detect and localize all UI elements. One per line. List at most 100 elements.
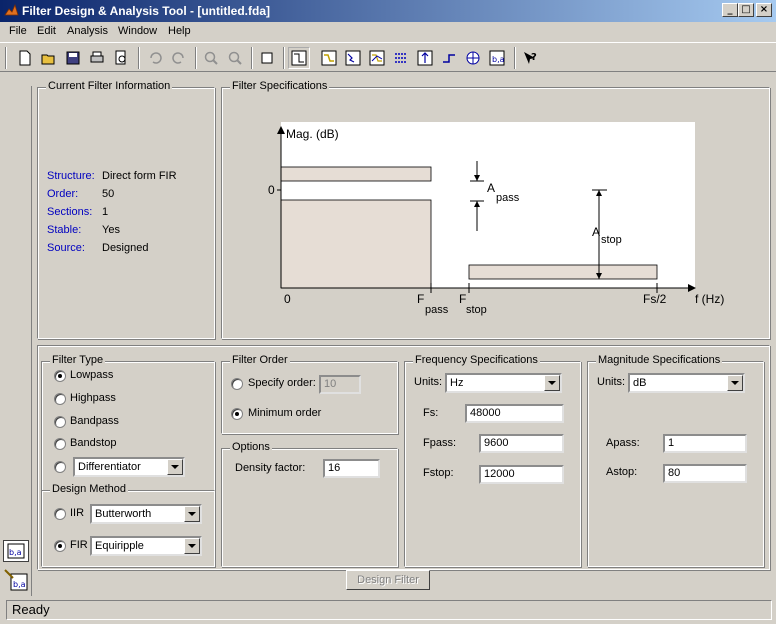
import-panel-button[interactable]: b,a xyxy=(3,566,29,594)
frequency-specs-title: Frequency Specifications xyxy=(413,354,540,366)
print-preview-button[interactable] xyxy=(110,47,132,69)
structure-value: Direct form FIR xyxy=(102,170,177,182)
chevron-down-icon xyxy=(167,459,183,475)
undo-button[interactable] xyxy=(144,47,166,69)
design-panel-button[interactable]: b,a xyxy=(3,540,29,562)
apass-input[interactable]: 1 xyxy=(663,434,747,453)
step-response-button[interactable] xyxy=(438,47,460,69)
new-button[interactable] xyxy=(14,47,36,69)
specify-order-radio[interactable] xyxy=(231,378,243,390)
menu-edit[interactable]: Edit xyxy=(37,25,56,37)
iir-radio[interactable] xyxy=(54,508,66,520)
minimize-button[interactable]: _ xyxy=(722,3,738,17)
new-icon xyxy=(19,50,31,66)
density-factor-input[interactable]: 16 xyxy=(323,459,380,478)
spec-x-label: f (Hz) xyxy=(695,292,724,306)
fs2-label: Fs/2 xyxy=(643,292,667,306)
zoom-in-button[interactable] xyxy=(200,47,222,69)
fs-input[interactable]: 48000 xyxy=(465,404,564,423)
whats-this-icon: ? xyxy=(524,52,537,64)
fpass-input[interactable]: 9600 xyxy=(479,434,564,453)
menu-help[interactable]: Help xyxy=(168,25,191,37)
impulse-response-button[interactable] xyxy=(414,47,436,69)
filter-specs-button[interactable] xyxy=(288,47,310,69)
step-response-icon xyxy=(443,54,455,63)
print-button[interactable] xyxy=(86,47,108,69)
close-button[interactable]: × xyxy=(756,3,772,17)
zoom-out-icon xyxy=(228,51,242,65)
stopband-region xyxy=(468,264,658,280)
passband-lower-region xyxy=(280,199,432,289)
fpass-label-sub: pass xyxy=(425,304,449,316)
magnitude-specs-panel: Magnitude Specifications Units: dB Apass… xyxy=(587,354,764,567)
svg-text:b,a: b,a xyxy=(9,548,22,557)
coefficients-button[interactable]: b,a xyxy=(486,47,508,69)
options-panel: Options Density factor: 16 xyxy=(221,441,398,567)
magnitude-response-icon xyxy=(321,50,337,66)
pole-zero-button[interactable] xyxy=(462,47,484,69)
density-factor-label: Density factor: xyxy=(235,462,306,474)
freq-units-label: Units: xyxy=(414,376,443,388)
save-icon xyxy=(66,51,80,65)
iir-method-select[interactable]: Butterworth xyxy=(90,504,202,524)
menu-analysis[interactable]: Analysis xyxy=(67,25,108,37)
zoom-out-button[interactable] xyxy=(224,47,246,69)
magnitude-phase-button[interactable] xyxy=(366,47,388,69)
open-button[interactable] xyxy=(38,47,60,69)
pole-zero-icon xyxy=(466,51,480,65)
magnitude-specs-title: Magnitude Specifications xyxy=(596,354,723,366)
save-button[interactable] xyxy=(62,47,84,69)
filter-spec-diagram: Mag. (dB) 0 0 F pass F stop Fs/2 f (Hz) … xyxy=(268,122,724,316)
menu-window[interactable]: Window xyxy=(118,25,157,37)
options-title: Options xyxy=(230,441,272,453)
design-filter-button[interactable]: Design Filter xyxy=(346,570,430,590)
full-view-button[interactable] xyxy=(256,47,278,69)
group-delay-button[interactable] xyxy=(390,47,412,69)
other-type-select[interactable]: Differentiator xyxy=(73,457,185,477)
filter-order-panel: Filter Order Specify order: 10 Minimum o… xyxy=(221,354,398,434)
magnitude-phase-icon xyxy=(369,50,385,66)
window-title: Filter Design & Analysis Tool - [untitle… xyxy=(22,4,271,18)
menu-file[interactable]: File xyxy=(9,25,27,37)
current-filter-info-title: Current Filter Information xyxy=(46,80,173,92)
maximize-button[interactable]: □ xyxy=(738,3,754,17)
structure-label: Structure: xyxy=(47,170,95,182)
astop-input[interactable]: 80 xyxy=(663,464,747,483)
fstop-label: Fstop: xyxy=(423,467,454,479)
highpass-radio[interactable] xyxy=(54,393,66,405)
whats-this-button[interactable]: ? xyxy=(519,47,541,69)
mag-units-value: dB xyxy=(633,377,647,389)
zoom-in-icon xyxy=(204,51,218,65)
specify-order-label: Specify order: xyxy=(248,377,316,389)
other-type-value: Differentiator xyxy=(78,461,141,473)
bandstop-radio[interactable] xyxy=(54,438,66,450)
astop-label-main: A xyxy=(592,225,600,239)
status-text: Ready xyxy=(12,602,50,617)
sections-value: 1 xyxy=(102,206,109,218)
group-delay-icon xyxy=(395,53,407,63)
astop-label-sub: stop xyxy=(601,234,622,246)
minimum-order-radio[interactable] xyxy=(231,408,243,420)
filter-specifications-panel: Filter Specifications Mag. (dB) 0 0 F pa… xyxy=(221,80,770,339)
order-value: 50 xyxy=(102,188,115,200)
order-label: Order: xyxy=(47,188,79,200)
fir-method-select[interactable]: Equiripple xyxy=(90,536,202,556)
open-icon xyxy=(41,54,55,65)
bandpass-radio[interactable] xyxy=(54,416,66,428)
fir-radio[interactable] xyxy=(54,540,66,552)
redo-button[interactable] xyxy=(168,47,190,69)
highpass-label: Highpass xyxy=(70,392,116,404)
fstop-input[interactable]: 12000 xyxy=(479,465,564,484)
freq-units-select[interactable]: Hz xyxy=(445,373,562,393)
lowpass-radio[interactable] xyxy=(54,370,66,382)
magnitude-response-button[interactable] xyxy=(318,47,340,69)
mag-units-select[interactable]: dB xyxy=(628,373,745,393)
specify-order-input[interactable]: 10 xyxy=(319,375,361,394)
other-type-radio[interactable] xyxy=(54,461,66,473)
stable-label: Stable: xyxy=(47,224,82,236)
toolbar: b,a ? xyxy=(0,42,776,72)
print-preview-icon xyxy=(115,50,126,65)
source-value: Designed xyxy=(102,242,149,254)
fstop-label-sub: stop xyxy=(466,304,487,316)
phase-response-button[interactable] xyxy=(342,47,364,69)
